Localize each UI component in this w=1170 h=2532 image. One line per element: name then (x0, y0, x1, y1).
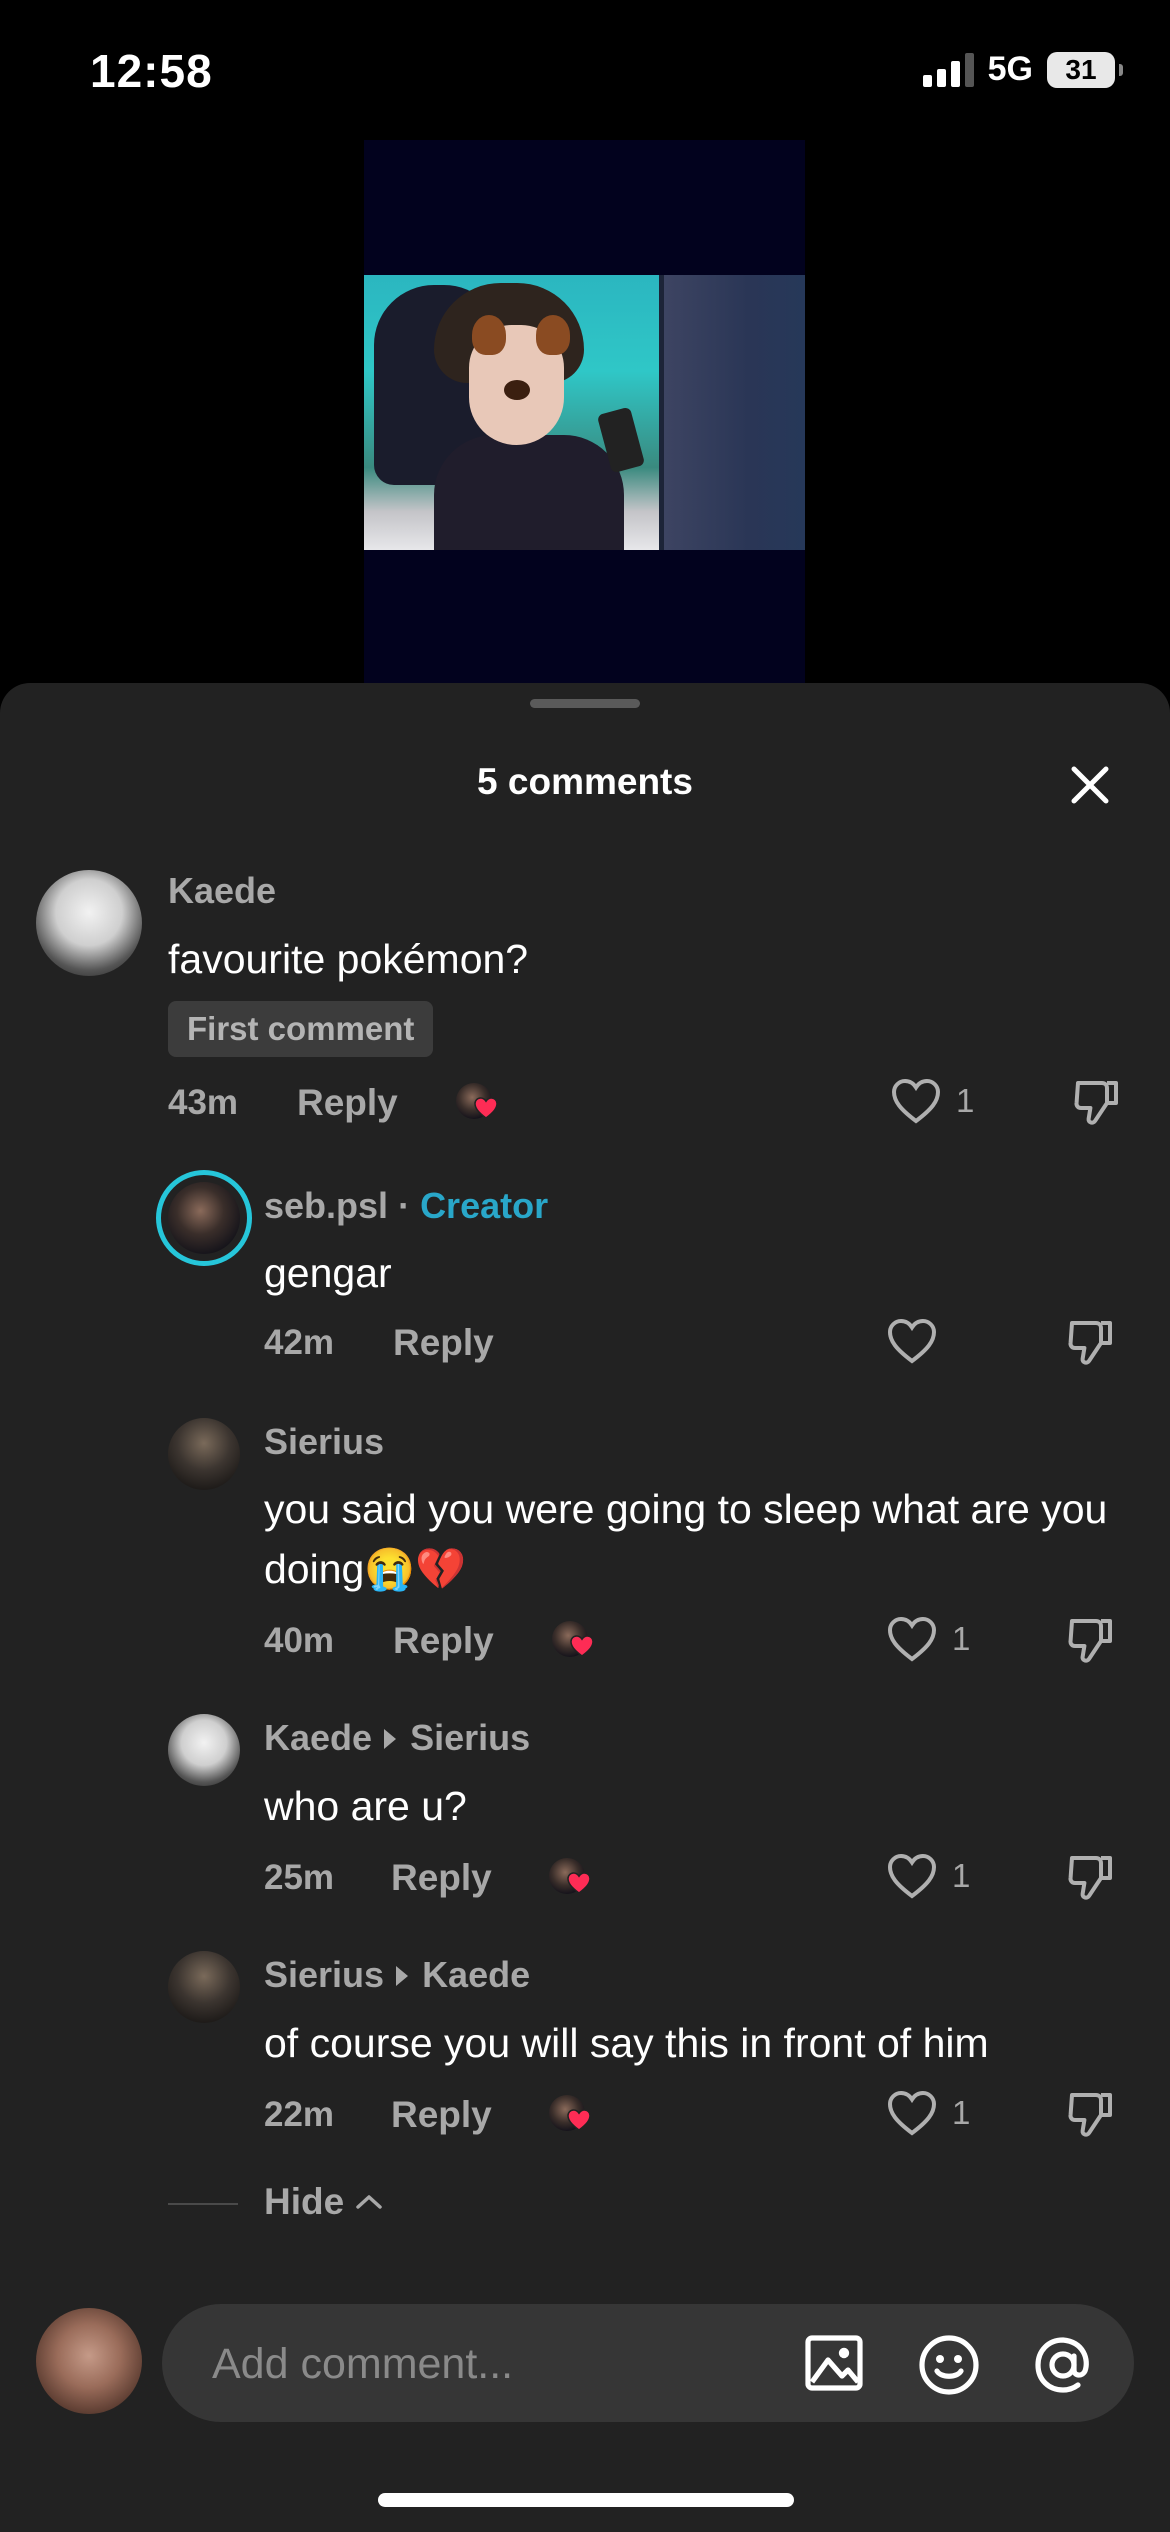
reply-button[interactable]: Reply (393, 1322, 494, 1364)
battery-icon: 31 (1047, 51, 1123, 88)
creator-label: Creator (420, 1185, 549, 1226)
comment-input-placeholder: Add comment... (212, 2340, 514, 2388)
like-button[interactable]: 1 (890, 1077, 974, 1125)
reply-button[interactable]: Reply (297, 1082, 398, 1124)
avatar[interactable] (36, 870, 142, 976)
reply-to-username[interactable]: Kaede (422, 1954, 530, 1995)
like-button[interactable] (886, 1317, 938, 1365)
comment-username[interactable]: Sierius Kaede (264, 1954, 530, 1996)
first-comment-badge: First comment (168, 1001, 434, 1057)
mention-icon[interactable] (1032, 2334, 1094, 2401)
dislike-icon[interactable] (1066, 2089, 1116, 2146)
comment-username[interactable]: seb.psl · Creator (264, 1185, 548, 1227)
comment-username[interactable]: Kaede (168, 870, 276, 912)
heart-icon (891, 1078, 941, 1124)
comment-input[interactable]: Add comment... (162, 2304, 1134, 2422)
status-indicators: 5G 31 (922, 50, 1123, 89)
status-time: 12:58 (90, 45, 213, 97)
hide-replies-button[interactable]: Hide (264, 2181, 384, 2223)
comment-text: who are u? (264, 1783, 467, 1829)
home-indicator[interactable] (378, 2493, 794, 2507)
signal-icon (922, 52, 974, 87)
comment-username[interactable]: Kaede Sierius (264, 1717, 530, 1759)
reply-arrow-icon (384, 1729, 397, 1750)
video-frame (364, 275, 805, 550)
reply-to-username[interactable]: Sierius (410, 1717, 530, 1758)
heart-icon (567, 2109, 591, 2131)
comment-text: of course you will say this in front of … (264, 2020, 989, 2066)
reply-arrow-icon (396, 1966, 409, 1987)
comment-text: you said you were going to sleep what ar… (264, 1486, 1108, 1592)
close-icon[interactable] (1068, 763, 1112, 807)
like-count: 1 (952, 1857, 971, 1894)
like-count: 1 (952, 2094, 971, 2131)
like-button[interactable]: 1 (886, 1852, 970, 1900)
reply-button[interactable]: Reply (391, 1857, 492, 1899)
avatar[interactable] (168, 1182, 240, 1254)
comments-sheet: 5 comments Kaede favourite pokémon? Firs… (0, 683, 1170, 2532)
emoji-icon[interactable] (918, 2334, 980, 2401)
comment-text: favourite pokémon? (168, 936, 529, 982)
reply-button[interactable]: Reply (391, 2094, 492, 2136)
network-label: 5G (987, 50, 1033, 88)
like-count: 1 (956, 1082, 975, 1119)
comment-username[interactable]: Sierius (264, 1421, 384, 1463)
comment-text: gengar (264, 1250, 392, 1296)
dislike-icon[interactable] (1072, 1077, 1122, 1134)
reply-button[interactable]: Reply (393, 1620, 494, 1662)
comment-time: 25m (264, 1858, 335, 1897)
comment-time: 22m (264, 2095, 335, 2134)
avatar[interactable] (168, 1714, 240, 1786)
comment-time: 42m (264, 1323, 335, 1362)
heart-icon (887, 1853, 937, 1899)
username-text: seb.psl (264, 1185, 389, 1226)
dislike-icon[interactable] (1066, 1317, 1116, 1374)
comment-time: 43m (168, 1083, 239, 1122)
dislike-icon[interactable] (1066, 1615, 1116, 1672)
comments-title: 5 comments (477, 761, 693, 802)
separator-dot: · (388, 1185, 421, 1226)
username-text: Sierius (264, 1954, 385, 1995)
like-button[interactable]: 1 (886, 1615, 970, 1663)
heart-icon (570, 1635, 594, 1657)
heart-icon (887, 2090, 937, 2136)
username-text: Kaede (264, 1717, 373, 1758)
video-player[interactable] (364, 140, 805, 685)
current-user-avatar (36, 2308, 142, 2414)
chevron-up-icon (356, 2195, 382, 2209)
hide-label: Hide (264, 2181, 345, 2222)
avatar[interactable] (168, 1418, 240, 1490)
like-button[interactable]: 1 (886, 2089, 970, 2137)
creator-liked-indicator (456, 1083, 498, 1123)
creator-liked-indicator (549, 2095, 591, 2135)
heart-icon (567, 1872, 591, 1894)
sheet-drag-handle[interactable] (530, 699, 640, 708)
image-icon[interactable] (804, 2334, 864, 2397)
divider (168, 2203, 238, 2205)
creator-liked-indicator (549, 1858, 591, 1898)
comment-time: 40m (264, 1621, 335, 1660)
heart-icon (474, 1097, 498, 1119)
heart-icon (887, 1616, 937, 1662)
dislike-icon[interactable] (1066, 1852, 1116, 1909)
heart-icon (887, 1318, 937, 1364)
like-count: 1 (952, 1620, 971, 1657)
avatar[interactable] (168, 1951, 240, 2023)
creator-liked-indicator (552, 1621, 594, 1661)
